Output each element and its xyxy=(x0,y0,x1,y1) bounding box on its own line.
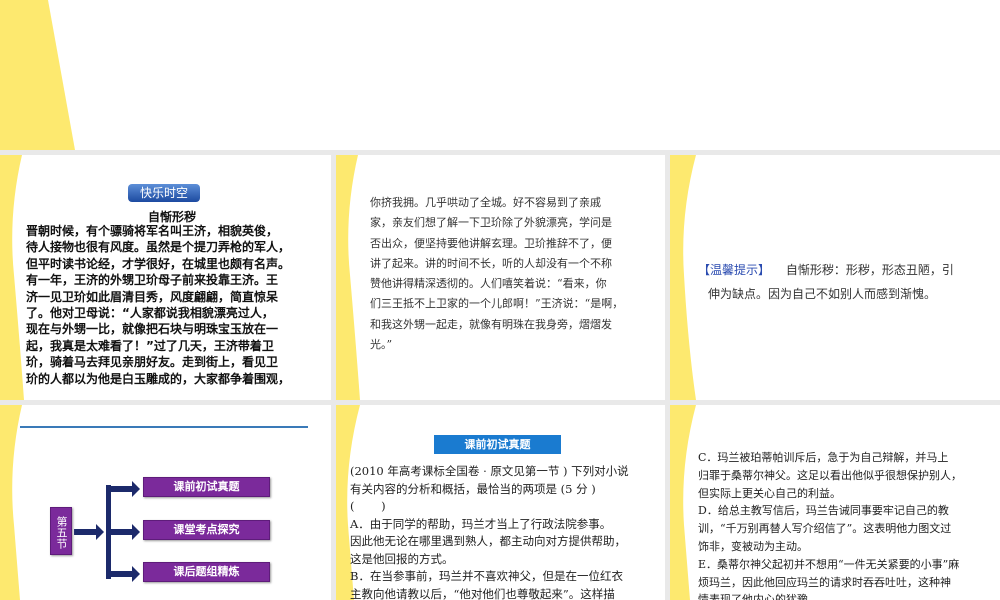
slide-thumbnail-3[interactable]: 你挤我拥。几乎哄动了全城。好不容易到了亲戚 家，亲友们想了解一下卫玠除了外貌漂亮，… xyxy=(336,155,665,400)
text-line: 这是他回报的方式。 xyxy=(350,551,454,566)
text-line: 有一年，王济的外甥卫玠母子前来投靠王济。王 xyxy=(26,273,279,288)
text-line: 现在与外甥一比，就像把石块与明珠宝玉放在一 xyxy=(26,322,279,337)
text-line: 情表现了他内心的犹豫。 xyxy=(698,593,819,600)
link-class-exploration[interactable]: 课堂考点探究 xyxy=(143,520,270,540)
text-line: 有关内容的分析和概括，最恰当的两项是 (5 分 ) xyxy=(350,481,596,496)
tip-text: 【温馨提示】 自惭形秽：形秽，形态丑陋，引 伸为缺点。因为自己不如别人而感到渐愧… xyxy=(698,263,954,301)
text-line: 讲了起来。讲的时间不长，听的人却没有一个不称 xyxy=(370,256,612,270)
question-text: (2010 年高考课标全国卷 · 原文见第一节 ) 下列对小说 有关内容的分析和概… xyxy=(350,463,629,600)
text-line: E．桑蒂尔神父起初并不想用“一件无关紧要的小事”麻 xyxy=(698,557,960,571)
text-line: 玠的人都以为他是白玉雕成的，大家都争着围观， xyxy=(26,371,291,386)
pre-class-test-header: 课前初试真题 xyxy=(434,435,561,454)
text-line: 们三王抵不上卫家的一个儿郎啊！”王济说：“是啊， xyxy=(370,297,624,311)
slide-thumbnail-6[interactable]: 课前初试真题 (2010 年高考课标全国卷 · 原文见第一节 ) 下列对小说 有关… xyxy=(336,405,665,600)
text-line: 待人接物也很有风度。虽然是个提刀弄枪的军人， xyxy=(26,240,291,255)
text-line: 晋朝时候，有个骠骑将军名叫王济，相貌英俊， xyxy=(26,224,279,238)
text-line: ( ) xyxy=(350,499,386,513)
text-line: 因此他无论在哪里遇到熟人，都主动向对方提供帮助， xyxy=(350,534,626,548)
story-text: 晋朝时候，有个骠骑将军名叫王济，相貌英俊， 待人接物也很有风度。虽然是个提刀弄枪的… xyxy=(26,223,290,387)
answer-options-text: C．玛兰被珀蒂帕训斥后，急于为自己辩解，并马上 归罪于桑蒂尔神父。这足以看出他似乎… xyxy=(698,449,962,600)
link-pre-class-test[interactable]: 课前初试真题 xyxy=(143,477,270,497)
text-line: 家，亲友们想了解一下卫玠除了外貌漂亮，学问是 xyxy=(370,216,612,230)
slide-thumbnail-7[interactable]: C．玛兰被珀蒂帕训斥后，急于为自己辩解，并马上 归罪于桑蒂尔神父。这足以看出他似乎… xyxy=(670,405,1000,600)
text-line: 济一见卫玠如此眉清目秀，风度翩翩，简直惊呆 xyxy=(26,289,279,304)
slide-thumbnail-2[interactable]: 快乐时空 自惭形秽 晋朝时候，有个骠骑将军名叫王济，相貌英俊， 待人接物也很有风度… xyxy=(0,155,331,400)
text-line: 归罪于桑蒂尔神父。这足以看出他似乎很想保护别人， xyxy=(698,468,962,482)
link-post-class-practice[interactable]: 课后题组精炼 xyxy=(143,562,270,582)
text-line: 你挤我拥。几乎哄动了全城。好不容易到了亲戚 xyxy=(370,196,601,209)
text-line: 否出众，便坚持要他讲解玄理。卫玠推辞不了，便 xyxy=(370,236,612,250)
yellow-swoosh-decoration xyxy=(0,0,75,150)
text-line: C．玛兰被珀蒂帕训斥后，急于为自己辩解，并马上 xyxy=(698,451,949,464)
text-line: 了。他对卫母说：“人家都说我相貌漂亮过人， xyxy=(26,306,274,321)
text-line: 赞他讲得精深透彻的。人们嘻笑着说：“看来，你 xyxy=(370,277,607,291)
text-line: (2010 年高考课标全国卷 · 原文见第一节 ) 下列对小说 xyxy=(350,464,629,478)
story-continued-text: 你挤我拥。几乎哄动了全城。好不容易到了亲戚 家，亲友们想了解一下卫玠除了外貌漂亮，… xyxy=(370,193,623,355)
text-line: 起，我真是太难看了！”过了几天，王济带着卫 xyxy=(26,338,274,353)
slide-thumbnail-1[interactable] xyxy=(0,0,1000,150)
slide-thumbnail-4[interactable]: 【温馨提示】 自惭形秽：形秽，形态丑陋，引 伸为缺点。因为自己不如别人而感到渐愧… xyxy=(670,155,1000,400)
text-line: 饰非，变被动为主动。 xyxy=(698,539,808,553)
slide-thumbnail-5[interactable]: 第五节 课前初试真题 课堂考点探究 课后题组精炼 xyxy=(0,405,331,600)
text-line: 但平时读书论经，才学很好，在城里也颇有名声。 xyxy=(26,256,291,271)
text-line: 玠，骑着马去拜见亲朋好友。走到街上，看见卫 xyxy=(26,355,279,370)
text-line: 和我这外甥一起走，就像有明珠在我身旁，熠熠发 xyxy=(370,317,612,331)
happy-time-badge: 快乐时空 xyxy=(128,184,200,202)
text-line: 但实际上更关心自己的利益。 xyxy=(698,486,841,500)
text-line: D．给总主教写信后，玛兰告诫同事要牢记自己的教 xyxy=(698,504,949,518)
text-line: 烦玛兰，因此他回应玛兰的请求时吞吞吐吐，这种神 xyxy=(698,575,951,589)
text-line: B．在当参事前，玛兰并不喜欢神父，但是在一位红衣 xyxy=(350,569,623,583)
text-line: 光。” xyxy=(370,338,393,352)
text-line: 训，“千万别再替人写介绍信了”。这表明他力图文过 xyxy=(698,522,952,536)
section-label-box: 第五节 xyxy=(50,507,72,555)
text-line: 主教向他请教以后，“他对他们也尊敬起来”。这样描 xyxy=(350,586,615,600)
tip-label: 【温馨提示】 xyxy=(698,263,771,277)
text-line: A．由于同学的帮助，玛兰才当上了行政法院参事。 xyxy=(350,516,612,531)
